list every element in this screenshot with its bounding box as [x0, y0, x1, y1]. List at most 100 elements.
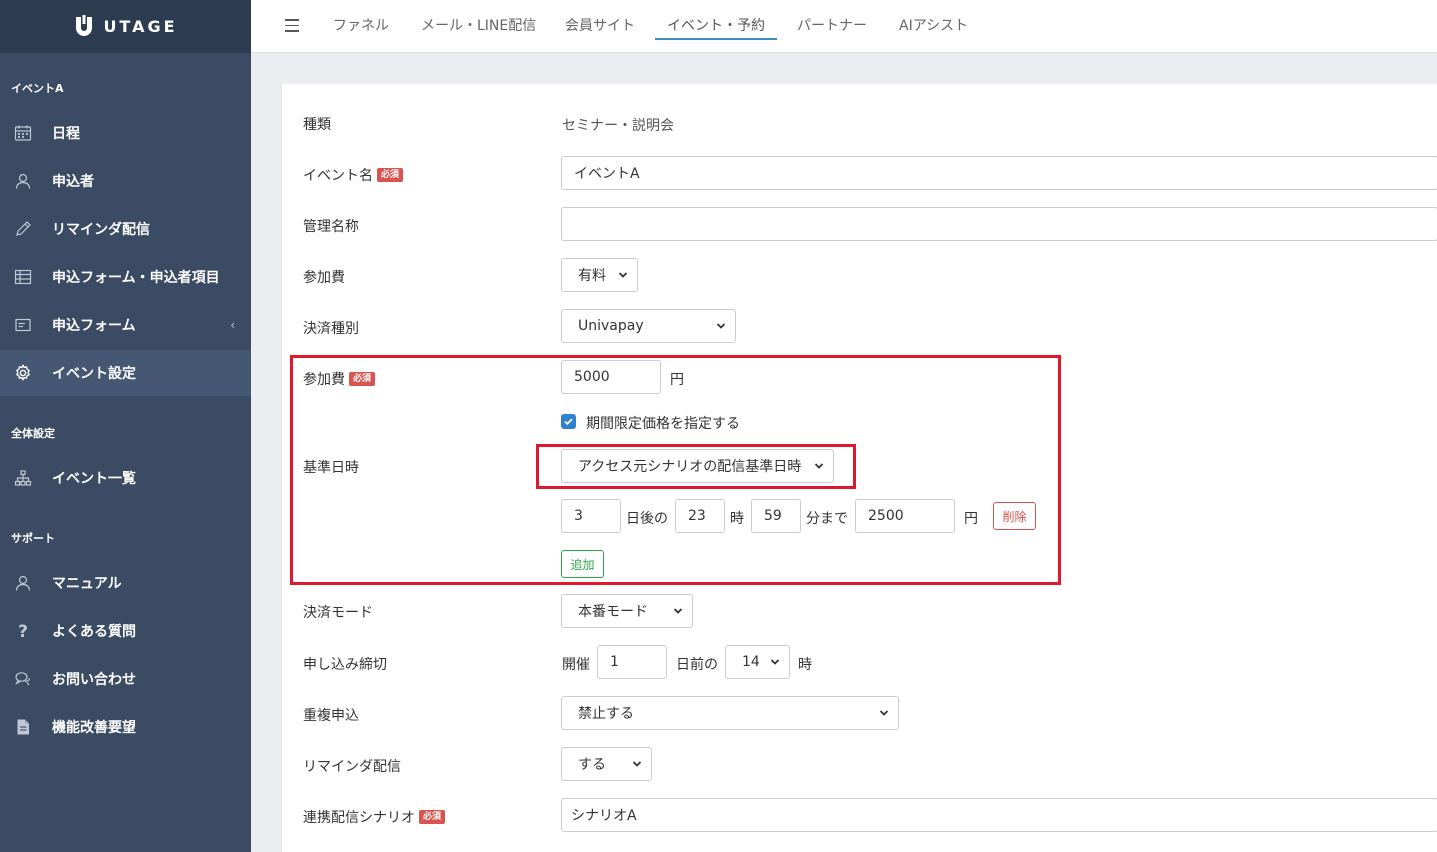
hour-label: 時: [730, 511, 744, 527]
days-after-label: 日後の: [626, 511, 668, 527]
sidebar-section-support: サポート: [11, 532, 55, 545]
event-name-label: イベント名 必須: [303, 165, 404, 185]
limited-hour-input[interactable]: 23: [675, 499, 725, 533]
sidebar-item-contact[interactable]: お問い合わせ: [0, 656, 251, 702]
sidebar-item-label: 申込フォーム・申込者項目: [52, 270, 220, 286]
sidebar-item-label: マニュアル: [52, 576, 122, 592]
type-label: 種類: [303, 117, 331, 133]
sidebar-item-form-fields[interactable]: 申込フォーム・申込者項目: [0, 254, 251, 300]
tab-partner[interactable]: パートナー: [797, 0, 867, 53]
document-icon: [14, 718, 32, 736]
reminder-select[interactable]: する: [561, 747, 652, 781]
sidebar-item-reminder[interactable]: リマインダ配信: [0, 206, 251, 252]
sidebar-item-faq[interactable]: ? よくある質問: [0, 608, 251, 654]
payment-type-select[interactable]: Univapay: [561, 309, 736, 343]
sidebar-section-global: 全体設定: [11, 427, 55, 440]
chevron-down-icon: [673, 608, 683, 614]
limited-price-unit: 円: [964, 511, 978, 527]
tab-event-reservation[interactable]: イベント・予約: [655, 0, 777, 53]
chevron-down-icon: [879, 710, 889, 716]
chevron-left-icon: ‹: [230, 318, 235, 332]
event-settings-form: 種類 セミナー・説明会 イベント名 必須 イベントA 管理名称 参加費 有料 決…: [281, 84, 1437, 852]
sidebar-item-schedule[interactable]: 日程: [0, 110, 251, 156]
admin-name-label: 管理名称: [303, 219, 359, 235]
calendar-icon: [14, 124, 32, 142]
deadline-hour-label: 時: [798, 657, 812, 673]
payment-mode-label: 決済モード: [303, 605, 373, 621]
tab-mail-line[interactable]: メール・LINE配信: [421, 0, 536, 53]
user-icon: [14, 172, 32, 190]
sidebar-item-feature-request[interactable]: 機能改善要望: [0, 704, 251, 750]
sidebar: UTAGE イベントA 日程 申込者 リマインダ配信 申込フォーム・申込者項目 …: [0, 0, 251, 852]
sidebar-item-label: イベント設定: [52, 366, 136, 382]
logo-text: UTAGE: [103, 17, 178, 36]
chevron-down-icon: [814, 463, 824, 469]
limited-price-input[interactable]: 2500: [855, 499, 955, 533]
admin-name-input[interactable]: [561, 207, 1437, 241]
tab-member-site[interactable]: 会員サイト: [565, 0, 635, 53]
sidebar-item-label: イベント一覧: [52, 471, 136, 487]
type-value: セミナー・説明会: [562, 118, 674, 134]
limited-price-checkbox[interactable]: [561, 414, 576, 429]
deadline-hour-select[interactable]: 14: [725, 645, 790, 679]
scenario-label: 連携配信シナリオ 必須: [303, 807, 446, 827]
base-datetime-select[interactable]: アクセス元シナリオの配信基準日時: [561, 449, 834, 483]
sidebar-item-event-settings[interactable]: イベント設定: [0, 350, 251, 396]
tab-label: イベント・予約: [667, 18, 765, 34]
chat-icon: [14, 670, 32, 688]
chevron-down-icon: [618, 272, 628, 278]
limited-price-label[interactable]: 期間限定価格を指定する: [586, 413, 740, 433]
fee-amount-unit: 円: [670, 372, 684, 388]
sidebar-item-manual[interactable]: マニュアル: [0, 560, 251, 606]
sidebar-item-applicants[interactable]: 申込者: [0, 158, 251, 204]
table-icon: [14, 268, 32, 286]
hamburger-menu-icon[interactable]: [285, 19, 299, 33]
logo[interactable]: UTAGE: [0, 0, 251, 53]
sidebar-item-form[interactable]: 申込フォーム ‹: [0, 302, 251, 348]
form-icon: [14, 316, 32, 334]
check-icon: [564, 418, 573, 426]
required-badge: 必須: [377, 168, 404, 182]
fee-amount-input[interactable]: 5000: [561, 360, 661, 394]
duplicate-label: 重複申込: [303, 708, 359, 724]
sidebar-item-event-list[interactable]: イベント一覧: [0, 455, 251, 501]
limited-minute-input[interactable]: 59: [751, 499, 801, 533]
delete-button[interactable]: 削除: [993, 502, 1036, 530]
sidebar-item-label: 日程: [52, 126, 80, 142]
sidebar-item-label: お問い合わせ: [52, 672, 136, 688]
deadline-days-label: 日前の: [676, 657, 718, 673]
svg-text:?: ?: [18, 622, 28, 640]
required-badge: 必須: [349, 372, 376, 386]
pencil-icon: [14, 220, 32, 238]
payment-mode-select[interactable]: 本番モード: [561, 594, 693, 628]
top-navigation: ファネル メール・LINE配信 会員サイト イベント・予約 パートナー AIアシ…: [251, 0, 1437, 53]
user-icon: [14, 574, 32, 592]
deadline-label: 申し込み締切: [303, 657, 387, 673]
required-badge: 必須: [419, 810, 446, 824]
chevron-down-icon: [770, 659, 780, 665]
question-icon: ?: [14, 622, 32, 640]
fee-type-label: 参加費: [303, 270, 345, 286]
sidebar-item-label: 申込者: [52, 174, 94, 190]
reminder-label: リマインダ配信: [303, 759, 401, 775]
add-button[interactable]: 追加: [561, 550, 604, 578]
limited-days-input[interactable]: 3: [561, 499, 621, 533]
deadline-days-input[interactable]: 1: [597, 645, 667, 679]
duplicate-select[interactable]: 禁止する: [561, 696, 899, 730]
chevron-down-icon: [632, 761, 642, 767]
sidebar-section-event: イベントA: [11, 82, 64, 95]
tab-funnel[interactable]: ファネル: [333, 0, 389, 53]
scenario-select[interactable]: シナリオA: [561, 798, 1437, 832]
sidebar-item-label: 機能改善要望: [52, 720, 136, 736]
tab-ai-assist[interactable]: AIアシスト: [899, 0, 968, 53]
active-tab-indicator: [655, 38, 777, 40]
event-name-input[interactable]: イベントA: [561, 156, 1437, 190]
fee-amount-label: 参加費 必須: [303, 369, 376, 389]
sitemap-icon: [14, 469, 32, 487]
payment-type-label: 決済種別: [303, 321, 359, 337]
fee-type-select[interactable]: 有料: [561, 258, 638, 292]
base-datetime-label: 基準日時: [303, 460, 359, 476]
sidebar-item-label: 申込フォーム: [52, 318, 136, 334]
chevron-down-icon: [716, 323, 726, 329]
gear-icon: [14, 364, 32, 382]
